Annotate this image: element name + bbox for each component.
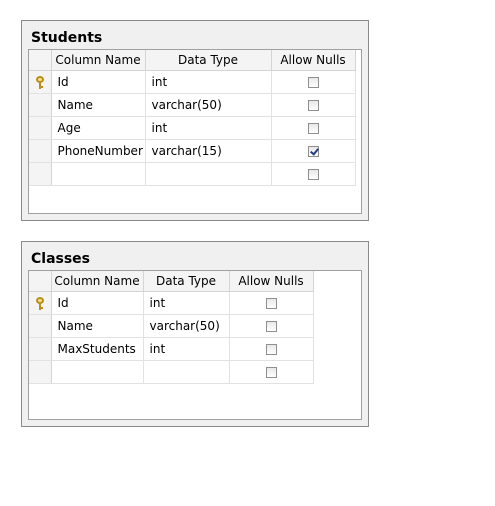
row-selector[interactable]	[29, 116, 52, 140]
data-type-cell[interactable]	[145, 162, 272, 186]
allow-nulls-cell	[229, 337, 314, 361]
allow-nulls-checkbox[interactable]	[307, 146, 319, 157]
grid-area: Column Name Data Type Allow Nulls Id int…	[28, 270, 362, 420]
column-name-cell[interactable]: PhoneNumber	[51, 139, 146, 163]
row-selector[interactable]	[29, 360, 52, 384]
column-name-header[interactable]: Column Name	[51, 271, 144, 292]
allow-nulls-checkbox[interactable]	[265, 298, 277, 309]
row-selector[interactable]	[29, 291, 52, 315]
table-row[interactable]: MaxStudents int	[29, 337, 314, 361]
allow-nulls-checkbox[interactable]	[265, 321, 277, 332]
primary-key-icon	[35, 76, 44, 89]
allow-nulls-cell	[229, 360, 314, 384]
allow-nulls-cell	[271, 116, 356, 140]
row-selector-header	[29, 271, 52, 292]
allow-nulls-cell	[271, 93, 356, 117]
column-name-cell[interactable]: Id	[51, 70, 146, 94]
table-row[interactable]: Name varchar(50)	[29, 314, 314, 338]
allow-nulls-header[interactable]: Allow Nulls	[229, 271, 314, 292]
data-type-header[interactable]: Data Type	[145, 50, 272, 71]
data-type-cell[interactable]: int	[145, 116, 272, 140]
allow-nulls-cell	[271, 139, 356, 163]
column-name-cell[interactable]: Name	[51, 93, 146, 117]
allow-nulls-checkbox[interactable]	[307, 169, 319, 180]
columns-grid: Column Name Data Type Allow Nulls Id int…	[29, 271, 314, 384]
primary-key-icon	[35, 297, 44, 310]
data-type-header[interactable]: Data Type	[143, 271, 230, 292]
table-row[interactable]: PhoneNumber varchar(15)	[29, 139, 356, 163]
table-row-new[interactable]	[29, 162, 356, 186]
column-name-cell[interactable]	[51, 162, 146, 186]
column-name-cell[interactable]: MaxStudents	[51, 337, 144, 361]
data-type-cell[interactable]: varchar(50)	[143, 314, 230, 338]
table-row[interactable]: Id int	[29, 291, 314, 315]
column-name-cell[interactable]: Age	[51, 116, 146, 140]
allow-nulls-checkbox[interactable]	[307, 100, 319, 111]
row-selector-header	[29, 50, 52, 71]
column-name-cell[interactable]	[51, 360, 144, 384]
row-selector[interactable]	[29, 70, 52, 94]
data-type-cell[interactable]: int	[143, 291, 230, 315]
columns-grid: Column Name Data Type Allow Nulls Id int…	[29, 50, 356, 186]
data-type-cell[interactable]: varchar(15)	[145, 139, 272, 163]
table-title: Students	[31, 30, 103, 46]
row-selector[interactable]	[29, 337, 52, 361]
allow-nulls-cell	[271, 70, 356, 94]
row-selector[interactable]	[29, 162, 52, 186]
table-row[interactable]: Name varchar(50)	[29, 93, 356, 117]
allow-nulls-cell	[271, 162, 356, 186]
students-table-panel[interactable]: Students Column Name Data Type Allow Nul…	[21, 20, 369, 221]
column-name-cell[interactable]: Name	[51, 314, 144, 338]
allow-nulls-checkbox[interactable]	[307, 77, 319, 88]
data-type-cell[interactable]: varchar(50)	[145, 93, 272, 117]
data-type-cell[interactable]	[143, 360, 230, 384]
allow-nulls-cell	[229, 314, 314, 338]
column-name-header[interactable]: Column Name	[51, 50, 146, 71]
table-row[interactable]: Id int	[29, 70, 356, 94]
grid-header-row: Column Name Data Type Allow Nulls	[29, 50, 356, 71]
column-name-cell[interactable]: Id	[51, 291, 144, 315]
table-row[interactable]: Age int	[29, 116, 356, 140]
allow-nulls-cell	[229, 291, 314, 315]
allow-nulls-checkbox[interactable]	[265, 344, 277, 355]
table-title: Classes	[31, 251, 91, 267]
data-type-cell[interactable]: int	[143, 337, 230, 361]
classes-table-panel[interactable]: Classes Column Name Data Type Allow Null…	[21, 241, 369, 427]
allow-nulls-header[interactable]: Allow Nulls	[271, 50, 356, 71]
grid-header-row: Column Name Data Type Allow Nulls	[29, 271, 314, 292]
row-selector[interactable]	[29, 93, 52, 117]
allow-nulls-checkbox[interactable]	[307, 123, 319, 134]
data-type-cell[interactable]: int	[145, 70, 272, 94]
row-selector[interactable]	[29, 139, 52, 163]
allow-nulls-checkbox[interactable]	[265, 367, 277, 378]
grid-area: Column Name Data Type Allow Nulls Id int…	[28, 49, 362, 214]
row-selector[interactable]	[29, 314, 52, 338]
table-row-new[interactable]	[29, 360, 314, 384]
